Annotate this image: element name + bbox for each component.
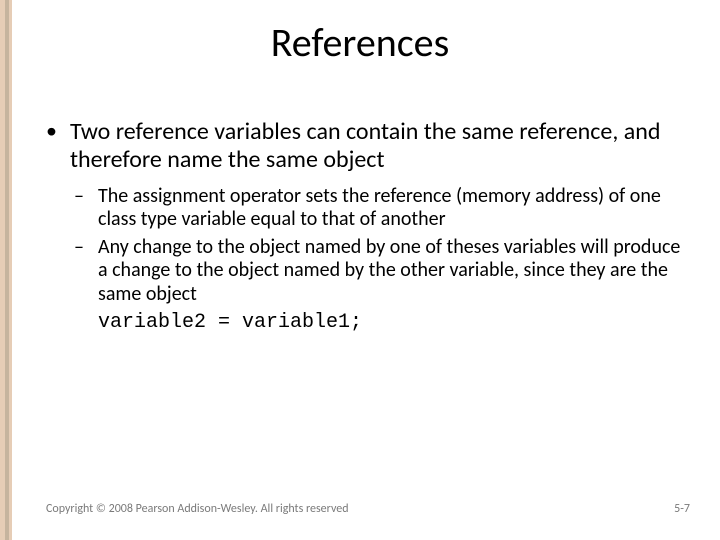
slide-body: • Two reference variables can contain th… [46, 118, 682, 334]
bullet-level2: – The assignment operator sets the refer… [46, 185, 682, 232]
bullet-level2-text: The assignment operator sets the referen… [98, 184, 661, 232]
footer-page-number: 5-7 [674, 502, 690, 516]
slide: References • Two reference variables can… [0, 0, 720, 540]
bullet-level1: • Two reference variables can contain th… [46, 118, 682, 175]
bullet-dash-icon: – [74, 185, 84, 209]
code-line: variable2 = variable1; [46, 311, 682, 334]
bullet-level2: – Any change to the object named by one … [46, 236, 682, 307]
bullet-dot-icon: • [46, 118, 57, 144]
slide-title: References [0, 18, 720, 67]
bullet-level2-text: Any change to the object named by one of… [98, 235, 680, 306]
bullet-dash-icon: – [74, 236, 84, 260]
footer-copyright: Copyright © 2008 Pearson Addison-Wesley.… [46, 502, 349, 516]
accent-bar-inner [5, 0, 9, 540]
bullet-level1-text: Two reference variables can contain the … [70, 117, 660, 174]
